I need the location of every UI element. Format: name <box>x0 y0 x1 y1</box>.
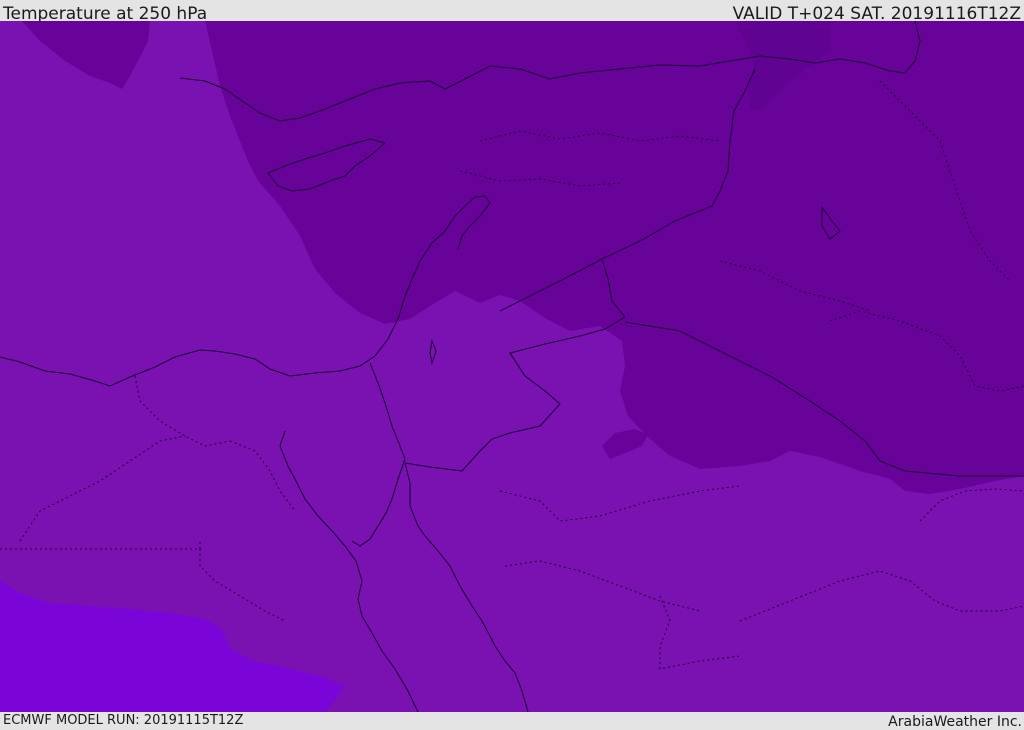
header-bar: Temperature at 250 hPa VALID T+024 SAT. … <box>0 0 1024 24</box>
map-area[interactable] <box>0 21 1024 712</box>
credit-label: ArabiaWeather Inc. <box>888 714 1022 730</box>
footer-bar: ECMWF MODEL RUN: 20191115T12Z ArabiaWeat… <box>0 712 1024 730</box>
temperature-map <box>0 21 1024 712</box>
model-run: ECMWF MODEL RUN: 20191115T12Z <box>3 713 244 728</box>
